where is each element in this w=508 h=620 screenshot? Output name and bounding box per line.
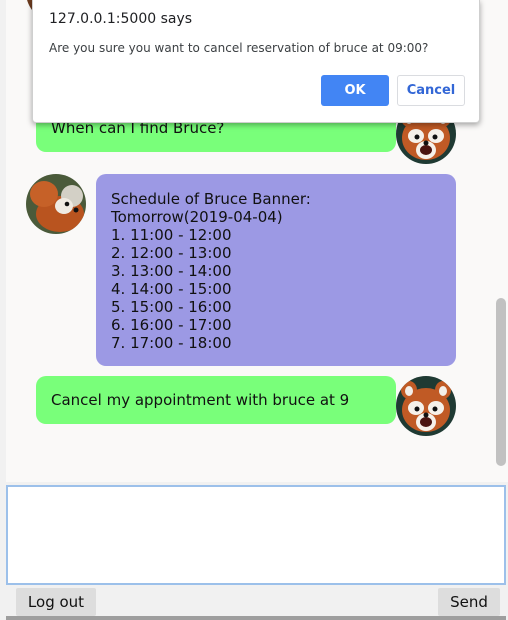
schedule-slot: 2. 12:00 - 13:00 (111, 244, 232, 262)
bot-schedule-bubble: Schedule of Bruce Banner: Tomorrow(2019-… (96, 174, 456, 366)
message-text: Cancel my appointment with bruce at 9 (51, 391, 350, 409)
schedule-slot: 1. 11:00 - 12:00 (111, 226, 232, 244)
ok-button[interactable]: OK (321, 75, 389, 106)
bot-avatar (26, 174, 86, 234)
user-avatar (396, 376, 456, 436)
chat-page: When can I find Bruce? Schedule of Bruce… (0, 0, 508, 620)
confirm-dialog: 127.0.0.1:5000 says Are you sure you wan… (32, 0, 480, 123)
schedule-slot: 5. 15:00 - 16:00 (111, 298, 232, 316)
send-button[interactable]: Send (438, 588, 500, 616)
schedule-header: Schedule of Bruce Banner: (111, 190, 311, 208)
schedule-slot: 4. 14:00 - 15:00 (111, 280, 232, 298)
dialog-title: 127.0.0.1:5000 says (49, 11, 193, 27)
schedule-slot: 6. 16:00 - 17:00 (111, 316, 232, 334)
schedule-slot: 7. 17:00 - 18:00 (111, 334, 232, 352)
message-input[interactable] (6, 485, 506, 585)
red-panda-icon (26, 174, 86, 234)
dialog-message: Are you sure you want to cancel reservat… (49, 41, 429, 55)
schedule-slot: 3. 13:00 - 14:00 (111, 262, 232, 280)
user-message-bubble: Cancel my appointment with bruce at 9 (36, 376, 396, 424)
bottom-divider (6, 616, 506, 620)
logout-button[interactable]: Log out (16, 588, 96, 616)
red-panda-icon (396, 376, 456, 436)
cancel-button[interactable]: Cancel (397, 75, 465, 106)
chat-scrollbar-thumb[interactable] (496, 298, 506, 466)
schedule-date: Tomorrow(2019-04-04) (111, 208, 283, 226)
